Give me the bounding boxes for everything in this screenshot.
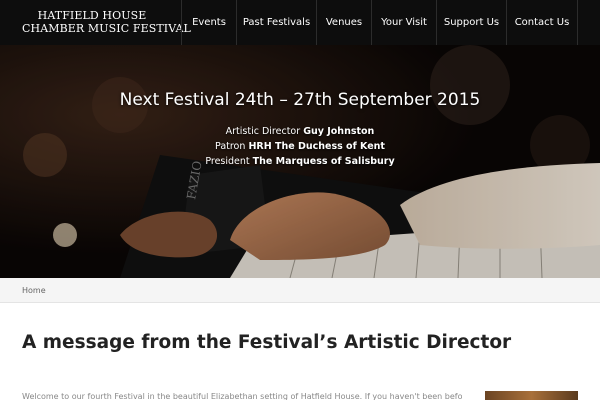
intro-paragraph: Welcome to our fourth Festival in the be… [22, 392, 462, 400]
festival-credits: Artistic Director Guy Johnston Patron HR… [0, 124, 600, 169]
credit-line: Patron HRH The Duchess of Kent [0, 139, 600, 154]
nav-item-contact-us[interactable]: Contact Us [506, 0, 578, 45]
nav-item-venues[interactable]: Venues [316, 0, 371, 45]
hero-title: Next Festival 24th – 27th September 2015 [119, 90, 481, 110]
page-title: A message from the Festival’s Artistic D… [22, 332, 511, 353]
breadcrumb-home-link[interactable]: Home [22, 286, 46, 295]
nav-item-past-festivals[interactable]: Past Festivals [236, 0, 316, 45]
credit-line: Artistic Director Guy Johnston [0, 124, 600, 139]
credit-name: The Marquess of Salisbury [252, 156, 395, 167]
credit-role: Artistic Director [225, 126, 301, 137]
credit-name: Guy Johnston [303, 126, 375, 137]
logo-line-2: CHAMBER MUSIC FESTIVAL [22, 22, 191, 35]
nav-item-support-us[interactable]: Support Us [436, 0, 506, 45]
logo-line-1: HATFIELD HOUSE [37, 9, 147, 22]
credit-name: HRH The Duchess of Kent [248, 141, 385, 152]
credit-role: President [205, 156, 250, 167]
main-nav: Events Past Festivals Venues Your Visit … [181, 0, 578, 45]
credit-role: Patron [215, 141, 246, 152]
nav-item-your-visit[interactable]: Your Visit [371, 0, 436, 45]
page-title-emphasis: Artistic Director [343, 332, 512, 353]
site-header: HATFIELD HOUSE CHAMBER MUSIC FESTIVAL Ev… [0, 0, 600, 45]
page-title-prefix: A message from the Festival’s [22, 332, 338, 353]
nav-item-events[interactable]: Events [181, 0, 236, 45]
site-logo[interactable]: HATFIELD HOUSE CHAMBER MUSIC FESTIVAL [22, 9, 191, 35]
sidebar-photo [485, 391, 578, 400]
hero-banner: FAZIO Next Festival 24th – 27th Septembe… [0, 45, 600, 278]
credit-line: President The Marquess of Salisbury [0, 154, 600, 169]
breadcrumb: Home [0, 278, 600, 303]
